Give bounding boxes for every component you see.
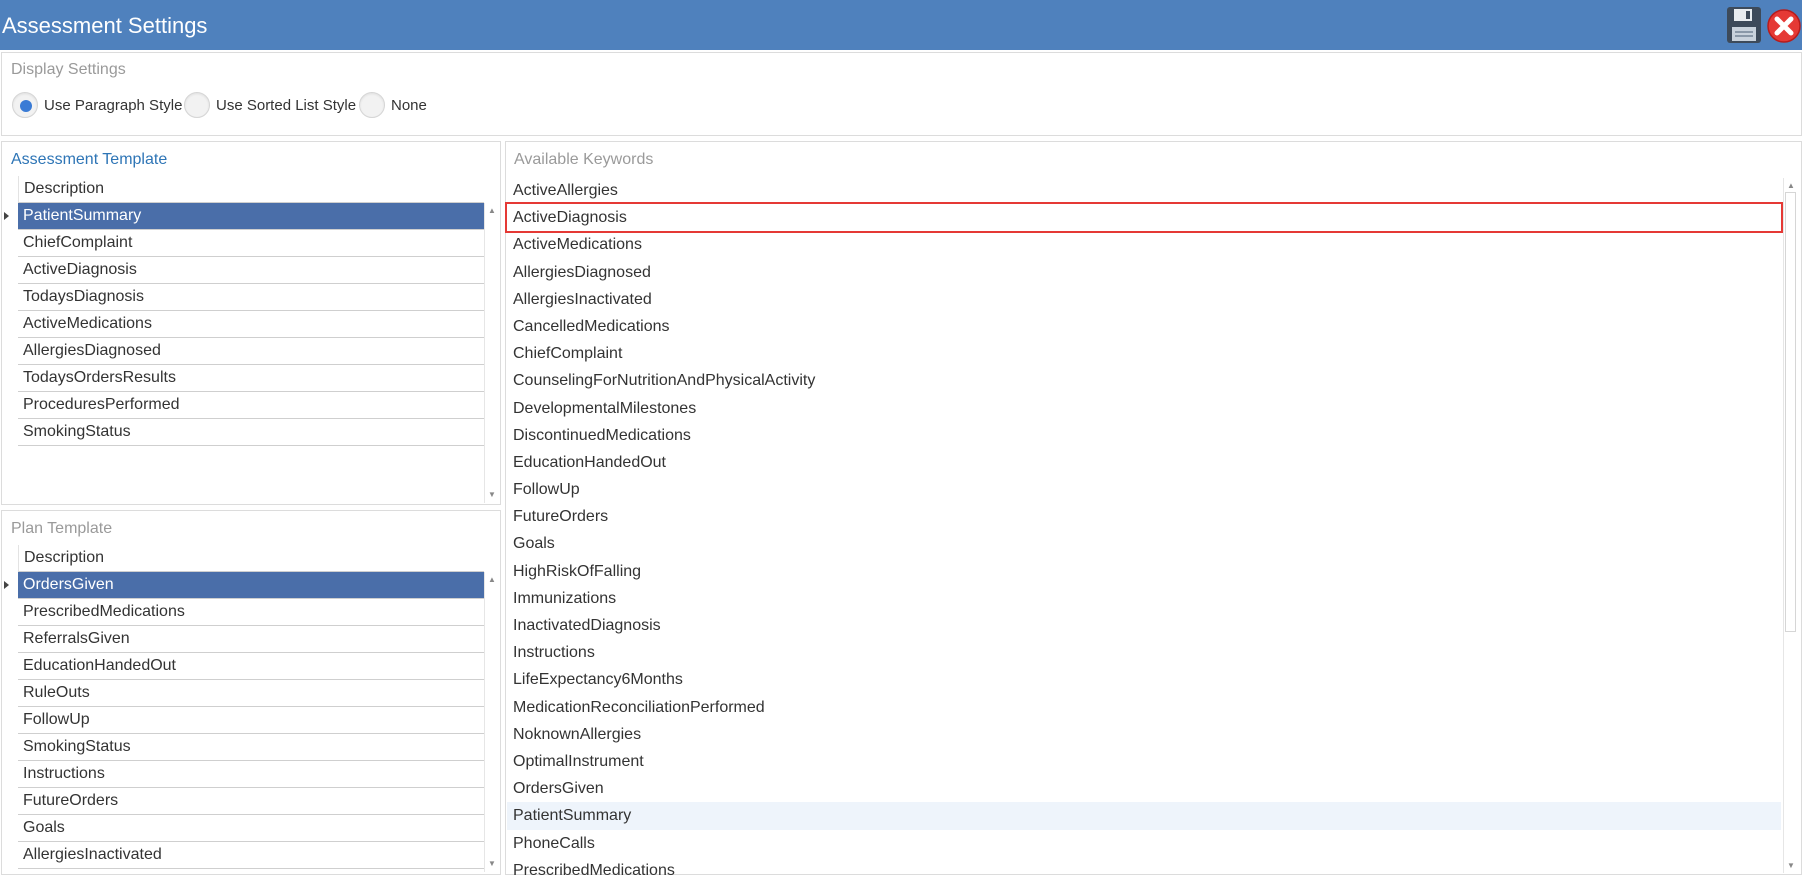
- plan-template-grid: OrdersGiven PrescribedMedications Referral…: [4, 572, 484, 869]
- radio-button-checked[interactable]: [12, 92, 38, 118]
- list-item[interactable]: OptimalInstrument: [507, 748, 1781, 775]
- list-item[interactable]: MedicationReconciliationPerformed: [507, 694, 1781, 721]
- scroll-up-icon[interactable]: ▲: [488, 576, 496, 584]
- assessment-scrollbar[interactable]: ▲ ▼: [484, 203, 498, 503]
- list-item[interactable]: FutureOrders: [507, 503, 1781, 530]
- table-row[interactable]: FutureOrders: [18, 788, 484, 815]
- table-row[interactable]: Goals: [18, 815, 484, 842]
- save-button[interactable]: [1726, 6, 1762, 44]
- table-row[interactable]: ChiefComplaint: [18, 230, 484, 257]
- radio-label: Use Paragraph Style: [44, 96, 183, 114]
- floppy-disk-icon: [1727, 7, 1761, 43]
- table-row[interactable]: TodaysOrdersResults: [18, 365, 484, 392]
- display-settings-panel: Display Settings Use Paragraph Style Use…: [1, 52, 1802, 136]
- assessment-template-title: Assessment Template: [11, 151, 168, 168]
- row-indicator-icon: [4, 581, 9, 589]
- list-item[interactable]: CounselingForNutritionAndPhysicalActivit…: [507, 367, 1781, 394]
- list-item[interactable]: DevelopmentalMilestones: [507, 395, 1781, 422]
- table-row[interactable]: PatientSummary: [4, 203, 484, 230]
- list-item[interactable]: InactivatedDiagnosis: [507, 612, 1781, 639]
- column-header-description[interactable]: Description: [18, 545, 484, 572]
- plan-template-title: Plan Template: [11, 520, 113, 537]
- scroll-down-icon[interactable]: ▼: [488, 860, 496, 868]
- row-label: PatientSummary: [23, 207, 142, 224]
- available-keywords-title: Available Keywords: [514, 151, 654, 168]
- table-row[interactable]: ReferralsGiven: [18, 626, 484, 653]
- plan-template-panel: Plan Template Description OrdersGiven Pre…: [1, 510, 501, 875]
- radio-label: Use Sorted List Style: [216, 96, 357, 114]
- assessment-template-grid: PatientSummary ChiefComplaint ActiveDiagno…: [4, 203, 484, 446]
- table-row[interactable]: TodaysDiagnosis: [18, 284, 484, 311]
- close-icon: [1767, 9, 1801, 43]
- table-row[interactable]: ProceduresPerformed: [18, 392, 484, 419]
- assessment-template-panel: Assessment Template Description PatientS…: [1, 141, 501, 505]
- scroll-down-icon[interactable]: ▼: [488, 491, 496, 499]
- table-row[interactable]: PrescribedMedications: [18, 599, 484, 626]
- list-item[interactable]: ActiveMedications: [507, 231, 1781, 258]
- list-item[interactable]: OrdersGiven: [507, 775, 1781, 802]
- radio-none[interactable]: None: [359, 91, 427, 119]
- list-item[interactable]: EducationHandedOut: [507, 449, 1781, 476]
- radio-button[interactable]: [359, 92, 385, 118]
- list-item[interactable]: ActiveAllergies: [507, 177, 1781, 204]
- keywords-list: ActiveAllergies ActiveDiagnosis ActiveMedi…: [505, 177, 1783, 884]
- list-item[interactable]: PhoneCalls: [507, 830, 1781, 857]
- table-row[interactable]: AllergiesDiagnosed: [18, 338, 484, 365]
- window-title: Assessment Settings: [2, 13, 208, 38]
- list-item[interactable]: Instructions: [507, 639, 1781, 666]
- scroll-down-icon[interactable]: ▼: [1787, 862, 1795, 870]
- list-item[interactable]: ChiefComplaint: [507, 340, 1781, 367]
- scroll-thumb[interactable]: [1785, 192, 1796, 632]
- row-indicator-icon: [4, 212, 9, 220]
- table-row[interactable]: EducationHandedOut: [18, 653, 484, 680]
- table-row[interactable]: AllergiesInactivated: [18, 842, 484, 869]
- title-bar: Assessment Settings: [0, 0, 1802, 50]
- scroll-up-icon[interactable]: ▲: [488, 207, 496, 215]
- list-item[interactable]: AllergiesDiagnosed: [507, 259, 1781, 286]
- table-row[interactable]: SmokingStatus: [18, 734, 484, 761]
- list-item[interactable]: Immunizations: [507, 585, 1781, 612]
- list-item[interactable]: PatientSummary: [507, 802, 1781, 830]
- radio-sorted-list-style[interactable]: Use Sorted List Style: [184, 91, 356, 119]
- keywords-scrollbar[interactable]: ▲ ▼: [1783, 178, 1797, 873]
- close-button[interactable]: [1766, 8, 1802, 44]
- column-header-description[interactable]: Description: [18, 176, 484, 203]
- list-item[interactable]: LifeExpectancy6Months: [507, 666, 1781, 693]
- table-row[interactable]: SmokingStatus: [18, 419, 484, 446]
- list-item[interactable]: DiscontinuedMedications: [507, 422, 1781, 449]
- list-item[interactable]: Goals: [507, 530, 1781, 557]
- list-item[interactable]: HighRiskOfFalling: [507, 558, 1781, 585]
- radio-paragraph-style[interactable]: Use Paragraph Style: [12, 91, 182, 119]
- list-item[interactable]: CancelledMedications: [507, 313, 1781, 340]
- scroll-up-icon[interactable]: ▲: [1787, 182, 1795, 190]
- radio-label: None: [391, 96, 427, 114]
- table-row[interactable]: FollowUp: [18, 707, 484, 734]
- list-item[interactable]: NoknownAllergies: [507, 721, 1781, 748]
- list-item[interactable]: FollowUp: [507, 476, 1781, 503]
- list-item[interactable]: PrescribedMedications: [507, 857, 1781, 884]
- table-row[interactable]: ActiveDiagnosis: [18, 257, 484, 284]
- table-row[interactable]: OrdersGiven: [4, 572, 484, 599]
- radio-button[interactable]: [184, 92, 210, 118]
- list-item[interactable]: ActiveDiagnosis: [505, 202, 1783, 234]
- list-item[interactable]: AllergiesInactivated: [507, 286, 1781, 313]
- table-row[interactable]: RuleOuts: [18, 680, 484, 707]
- display-settings-title: Display Settings: [11, 61, 126, 78]
- row-label: OrdersGiven: [23, 576, 114, 593]
- table-row[interactable]: Instructions: [18, 761, 484, 788]
- plan-scrollbar[interactable]: ▲ ▼: [484, 572, 498, 872]
- table-row[interactable]: ActiveMedications: [18, 311, 484, 338]
